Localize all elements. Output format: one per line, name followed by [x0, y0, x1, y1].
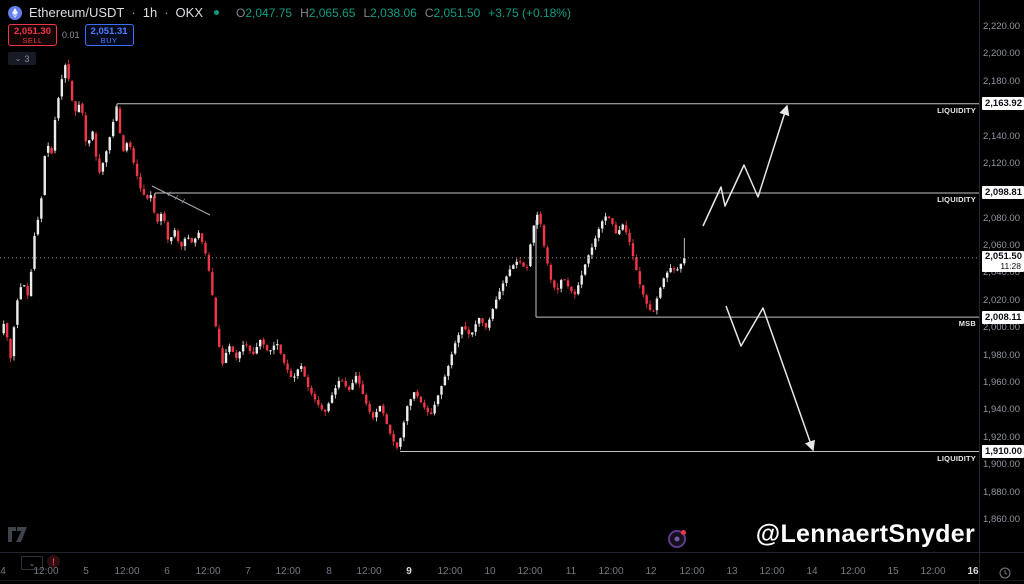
- price-axis[interactable]: 2,051.50 11:28 2,163.92 2,098.81 2,008.11 1…: [979, 0, 1024, 552]
- market-status-icon: [214, 10, 219, 15]
- chart-canvas[interactable]: LIQUIDITYLIQUIDITYMSBLIQUIDITY Ethereum/…: [0, 0, 979, 552]
- time-label: 12:00: [275, 566, 300, 577]
- high-value: 2,065.65: [309, 6, 356, 20]
- trade-buttons-row: 2,051.30 SELL 0.01 2,051.31 BUY: [8, 24, 571, 46]
- time-label: 15: [887, 566, 898, 577]
- time-label: 5: [83, 566, 89, 577]
- symbol-name[interactable]: Ethereum/USDT: [29, 5, 124, 20]
- price-tick: 2,120.00: [983, 159, 1020, 169]
- sell-button[interactable]: 2,051.30 SELL: [8, 24, 57, 46]
- ohlc-values: O2,047.75 H2,065.65 L2,038.06 C2,051.50 …: [236, 6, 571, 20]
- time-label: 14: [806, 566, 817, 577]
- time-label: 10: [484, 566, 495, 577]
- price-badge: 2,163.92: [982, 97, 1024, 110]
- separator-dot: ·: [164, 5, 168, 20]
- time-label: 12:00: [517, 566, 542, 577]
- buy-button[interactable]: 2,051.31 BUY: [85, 24, 134, 46]
- price-tick: 2,000.00: [983, 323, 1020, 333]
- close-key: C: [425, 6, 434, 20]
- price-tick: 1,860.00: [983, 515, 1020, 525]
- price-tick: 1,880.00: [983, 488, 1020, 498]
- time-label: 7: [245, 566, 251, 577]
- time-label: 12:00: [840, 566, 865, 577]
- price-tick: 2,140.00: [983, 132, 1020, 142]
- separator-dot: ·: [131, 5, 135, 20]
- time-label: 12:00: [437, 566, 462, 577]
- indicators-count: 3: [24, 54, 29, 64]
- buy-label: BUY: [101, 37, 118, 45]
- interval[interactable]: 1h: [143, 5, 157, 20]
- time-axis[interactable]: ⌄ ! 412:00512:00612:00712:00812:00912:00…: [0, 552, 1024, 584]
- chart-header: Ethereum/USDT · 1h · OKX O2,047.75 H2,06…: [8, 5, 571, 65]
- descending-trendline[interactable]: [152, 186, 210, 215]
- time-label: 12:00: [759, 566, 784, 577]
- price-tick: 1,980.00: [983, 351, 1020, 361]
- price-badge: 1,910.00: [982, 445, 1024, 458]
- event-status-icon[interactable]: [666, 526, 690, 550]
- open-value: 2,047.75: [245, 6, 292, 20]
- buy-price: 2,051.31: [91, 26, 128, 37]
- time-label: 12:00: [598, 566, 623, 577]
- sell-price: 2,051.30: [14, 26, 51, 37]
- watermark-handle: @LennaertSnyder: [756, 520, 975, 549]
- open-key: O: [236, 6, 245, 20]
- price-tick: 1,960.00: [983, 378, 1020, 388]
- tradingview-logo[interactable]: [7, 526, 28, 548]
- tradingview-app: LIQUIDITYLIQUIDITYMSBLIQUIDITY Ethereum/…: [0, 0, 1024, 584]
- price-tick: 2,080.00: [983, 214, 1020, 224]
- time-label: 12:00: [920, 566, 945, 577]
- price-badge: 2,008.11: [982, 311, 1024, 324]
- price-tick: 2,200.00: [983, 49, 1020, 59]
- high-key: H: [300, 6, 309, 20]
- spread-value: 0.01: [62, 30, 80, 40]
- price-tick: 2,220.00: [983, 22, 1020, 32]
- time-label: 12:00: [33, 566, 58, 577]
- time-label: 4: [0, 566, 6, 577]
- time-label: 12:00: [114, 566, 139, 577]
- time-label: 13: [726, 566, 737, 577]
- price-tick: 2,020.00: [983, 296, 1020, 306]
- time-label: 9: [406, 566, 412, 577]
- chevron-down-icon: ⌄: [15, 55, 22, 63]
- time-label: 6: [164, 566, 170, 577]
- candles[interactable]: [3, 60, 686, 450]
- ethereum-icon: [8, 6, 22, 20]
- price-tick: 2,180.00: [983, 77, 1020, 87]
- time-labels: 4 12:00 5 12:00 6 12:00 7 12:00 8 12:00 9 12:00 10 12…: [0, 566, 979, 578]
- price-tick: 1,900.00: [983, 460, 1020, 470]
- exchange-name: OKX: [176, 5, 203, 20]
- indicators-collapsed-badge[interactable]: ⌄ 3: [8, 52, 36, 65]
- bottom-divider: [0, 580, 1024, 581]
- last-price-badge: 2,051.50 11:28: [982, 251, 1024, 272]
- time-label: 12:00: [195, 566, 220, 577]
- time-label: 8: [326, 566, 332, 577]
- time-label: 12:00: [356, 566, 381, 577]
- close-value: 2,051.50: [434, 6, 481, 20]
- timezone-clock-icon[interactable]: [999, 566, 1011, 584]
- time-label: 12:00: [679, 566, 704, 577]
- low-value: 2,038.06: [370, 6, 417, 20]
- price-plot[interactable]: [0, 0, 979, 552]
- price-tick: 1,940.00: [983, 405, 1020, 415]
- sell-label: SELL: [22, 37, 42, 45]
- bar-countdown: 11:28: [985, 262, 1021, 271]
- price-tick: 1,920.00: [983, 433, 1020, 443]
- price-tick: 2,060.00: [983, 241, 1020, 251]
- bearish-projection-arrow[interactable]: [726, 306, 813, 450]
- time-label: 11: [566, 566, 576, 577]
- price-change: +3.75 (+0.18%): [488, 6, 571, 20]
- price-badge: 2,098.81: [982, 186, 1024, 199]
- time-label: 16: [967, 566, 978, 577]
- time-label: 12: [645, 566, 656, 577]
- bullish-projection-arrow[interactable]: [703, 106, 787, 226]
- exclamation-glyph: !: [52, 557, 55, 567]
- symbol-row: Ethereum/USDT · 1h · OKX O2,047.75 H2,06…: [8, 5, 571, 20]
